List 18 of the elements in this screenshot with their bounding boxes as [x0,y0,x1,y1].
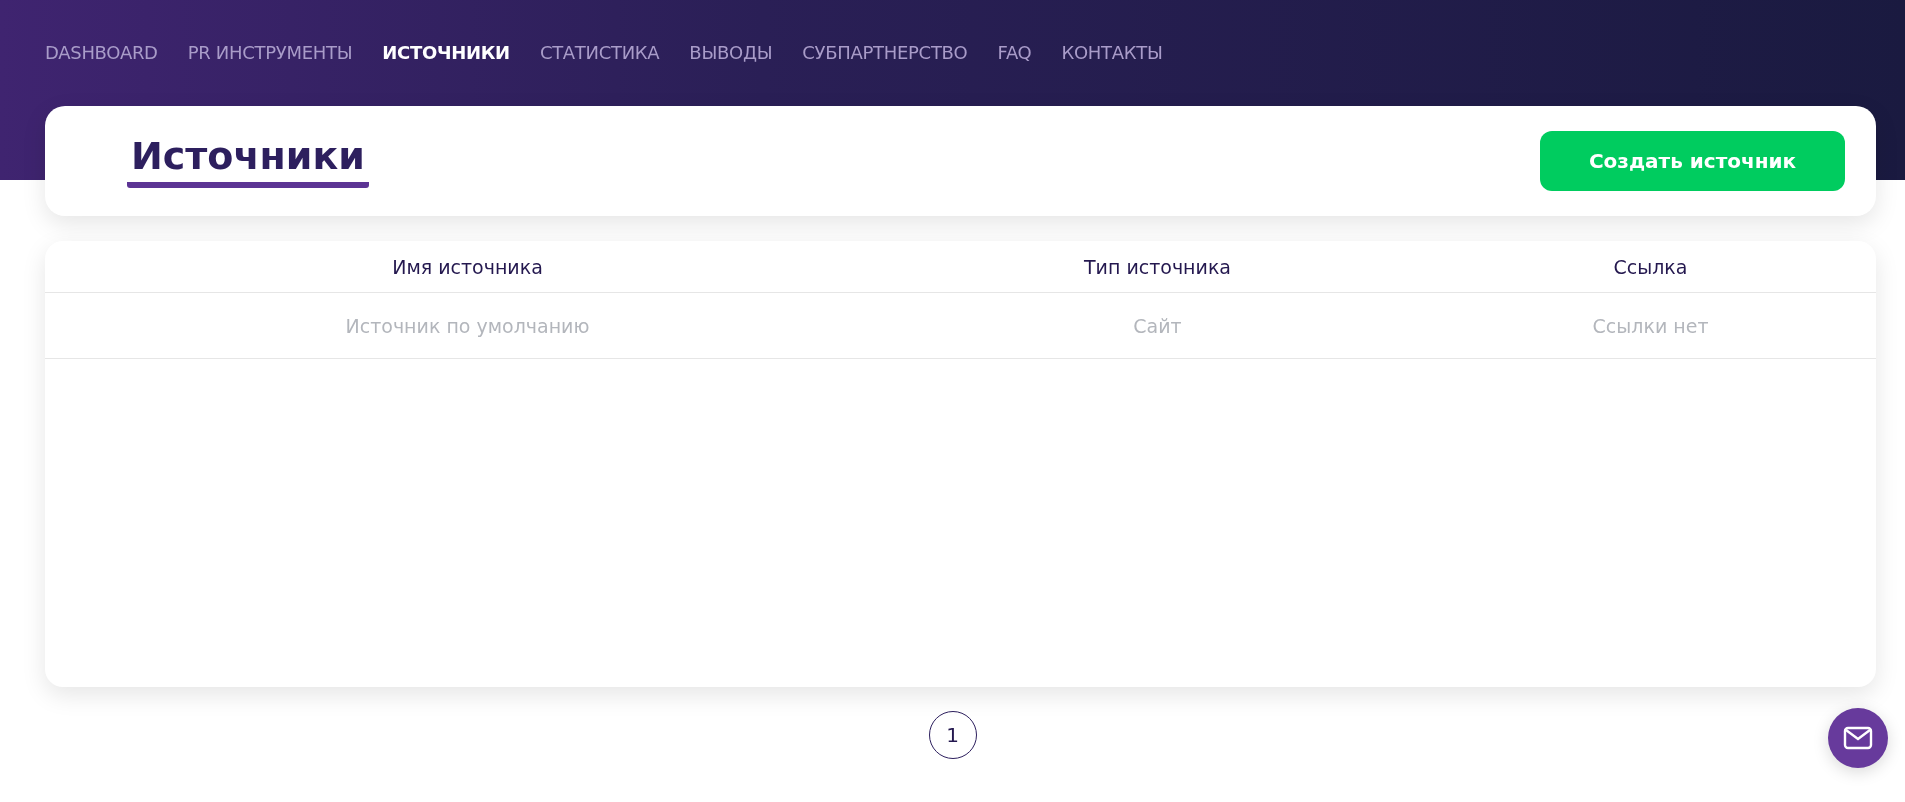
column-header: Ссылка [1613,255,1688,278]
message-button[interactable] [1828,708,1888,768]
table-cell: Сайт [1133,314,1182,337]
nav-link[interactable]: СТАТИСТИКА [539,42,660,63]
table-cell: Источник по умолчанию [345,314,590,337]
page-title: Источники [127,134,369,188]
nav-link[interactable]: КОНТАКТЫ [1061,42,1163,63]
nav-link[interactable]: СУБПАРТНЕРСТВО [802,42,968,63]
nav-link[interactable]: DASHBOARD [45,42,158,63]
nav-link[interactable]: FAQ [997,42,1032,63]
mail-icon [1843,726,1873,750]
column-header: Имя источника [392,255,543,278]
table-cell: Ссылки нет [1592,314,1709,337]
nav-link[interactable]: ИСТОЧНИКИ [382,42,510,63]
column-header: Тип источника [1084,255,1231,278]
nav-link[interactable]: ВЫВОДЫ [689,42,773,63]
page-button[interactable]: 1 [928,711,977,759]
nav-link[interactable]: PR ИНСТРУМЕНТЫ [187,42,353,63]
